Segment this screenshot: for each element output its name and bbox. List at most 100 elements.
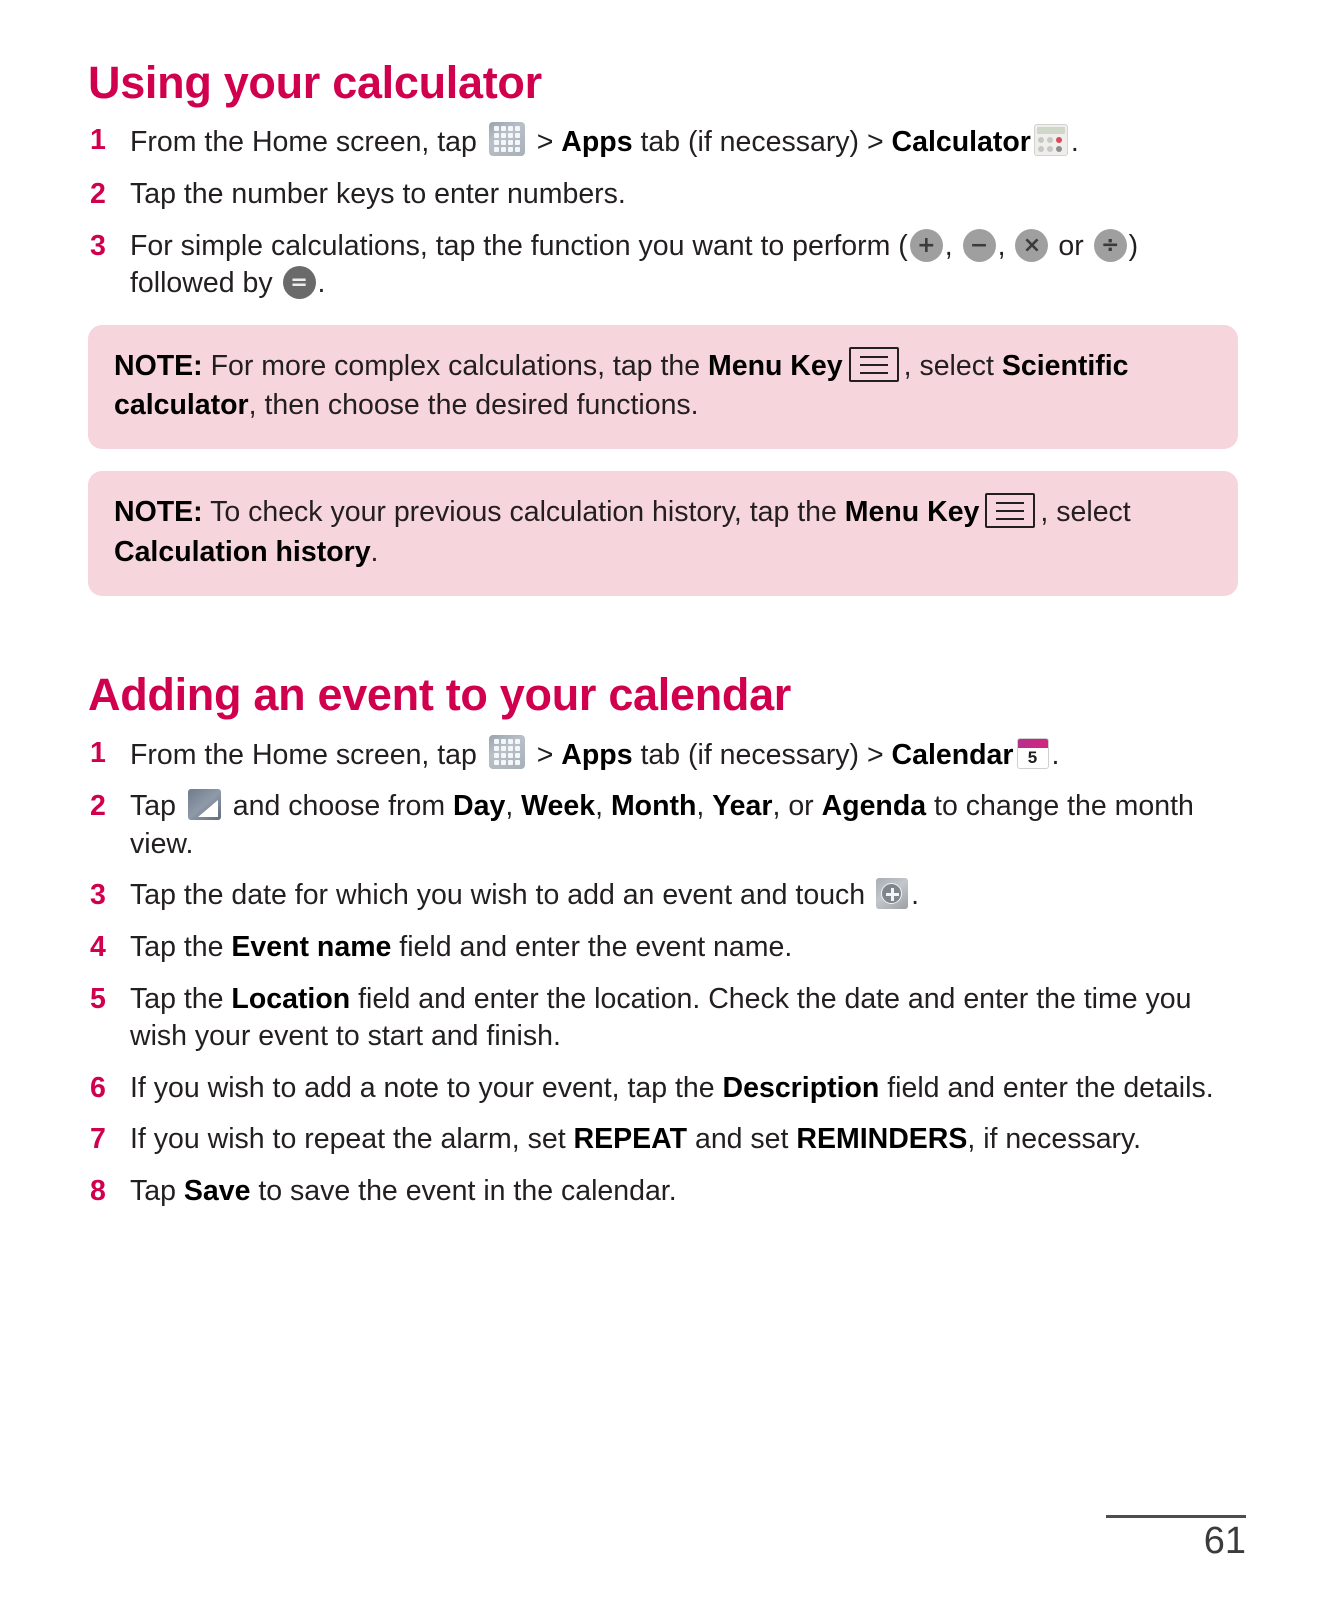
body-text: Tap the <box>130 930 232 963</box>
body-text: . <box>317 267 326 300</box>
menu-key-line <box>996 510 1025 513</box>
note-box: NOTE: For more complex calculations, tap… <box>88 324 1238 450</box>
step-item: 3 For simple calculations, tap the functi… <box>88 228 1238 303</box>
step-text: Tap the Event name field and enter the e… <box>130 931 792 963</box>
body-text: From the Home screen, tap <box>130 126 485 159</box>
emphasis-text: Save <box>183 1175 251 1208</box>
calculator-key <box>1046 137 1053 144</box>
emphasis-text: Event name <box>231 930 392 963</box>
calculator-key <box>1037 146 1044 153</box>
emphasis-text: Calendar <box>891 738 1014 771</box>
body-text: , <box>997 229 1014 262</box>
menu-key-line <box>859 371 888 374</box>
body-text: . <box>370 535 379 568</box>
calculator-key <box>1046 146 1053 153</box>
body-text: For simple calculations, tap the functio… <box>130 229 908 262</box>
emphasis-text: Menu Key <box>707 349 843 382</box>
menu-key-line <box>996 518 1025 521</box>
step-text: Tap the Location field and enter the loc… <box>130 983 1191 1053</box>
emphasis-text: Year <box>712 790 773 823</box>
body-text: Tap <box>130 1175 184 1208</box>
body-text: If you wish to repeat the alarm, set <box>130 1123 574 1156</box>
emphasis-text: REMINDERS <box>796 1123 968 1156</box>
footer-rule <box>1106 1515 1246 1519</box>
multiply-button-icon-glyph: × <box>1022 232 1042 258</box>
calculator-display <box>1036 127 1065 135</box>
manual-page: Using your calculator 1 From the Home scre… <box>0 0 1334 1600</box>
body-text: Tap the <box>130 982 232 1015</box>
page-footer: 61 <box>1106 1515 1246 1562</box>
page-content: Using your calculator 1 From the Home scre… <box>88 57 1238 1225</box>
apps-grid-dots <box>493 126 520 153</box>
note-label: NOTE: <box>114 496 203 529</box>
calendar-day-number: 5 <box>1027 747 1038 767</box>
body-text: , <box>696 790 713 823</box>
step-number: 6 <box>90 1071 106 1104</box>
body-text: field and enter the details. <box>879 1071 1214 1104</box>
step-item: 1 From the Home screen, tap > Apps tab (i… <box>88 122 1238 162</box>
calendar-app-icon: 5 <box>1016 737 1049 769</box>
emphasis-text: Week <box>521 790 596 823</box>
step-item: 5 Tap the Location field and enter the lo… <box>88 981 1238 1056</box>
body-text: > <box>528 126 562 159</box>
plus-button-icon: + <box>909 228 943 262</box>
emphasis-text: Menu Key <box>844 496 980 529</box>
body-text: To check your previous calculation histo… <box>202 496 845 529</box>
emphasis-text: Description <box>722 1071 880 1104</box>
emphasis-text: Apps <box>561 738 633 771</box>
body-text: or <box>1050 229 1092 262</box>
step-item: 4 Tap the Event name field and enter the … <box>88 929 1238 967</box>
menu-key-icon <box>848 346 899 382</box>
calculator-app-icon <box>1033 124 1068 157</box>
step-item: 1 From the Home screen, tap > Apps tab (i… <box>88 734 1238 775</box>
minus-button-icon-glyph: − <box>969 232 989 258</box>
step-text: For simple calculations, tap the functio… <box>130 228 1138 300</box>
step-text: Tap Save to save the event in the calend… <box>130 1175 677 1207</box>
calculator-key <box>1037 137 1044 144</box>
apps-grid-dots <box>493 738 520 765</box>
add-event-icon <box>876 878 909 910</box>
apps-grid-icon <box>488 122 525 157</box>
body-text: , select <box>1040 496 1131 529</box>
step-item: 2 Tap the number keys to enter numbers. <box>88 176 1238 214</box>
add-event-plus <box>881 883 903 905</box>
body-text: , if necessary. <box>967 1123 1142 1156</box>
body-text: . <box>1070 126 1079 159</box>
menu-key-line <box>859 363 888 366</box>
calendar-view-switch-icon <box>187 789 221 821</box>
step-number: 1 <box>90 124 106 157</box>
step-text: Tap and choose from Day, Week, Month, Ye… <box>130 789 1194 860</box>
body-text: Tap the number keys to enter numbers. <box>130 178 626 210</box>
sections-container: Using your calculator 1 From the Home scre… <box>88 57 1238 1211</box>
emphasis-text: Apps <box>561 126 633 159</box>
equals-button-icon-glyph: = <box>290 270 308 295</box>
emphasis-text: Calculation history <box>114 535 371 568</box>
section-title-calendar: Adding an event to your calendar <box>88 669 792 721</box>
emphasis-text: Day <box>453 790 506 823</box>
body-text: Tap <box>130 790 184 823</box>
step-number: 8 <box>90 1175 106 1208</box>
body-text: Tap the date for which you wish to add a… <box>130 879 874 912</box>
emphasis-text: REPEAT <box>573 1123 688 1156</box>
note-label: NOTE: <box>114 349 203 382</box>
calculator-key <box>1055 146 1062 153</box>
step-text: If you wish to repeat the alarm, set REP… <box>130 1123 1141 1155</box>
body-text: From the Home screen, tap <box>130 738 485 771</box>
step-number: 4 <box>90 930 106 963</box>
page-number: 61 <box>1203 1520 1246 1563</box>
emphasis-text: Calculator <box>891 126 1031 159</box>
view-switch-triangle <box>197 800 218 818</box>
menu-key-line <box>996 502 1025 505</box>
body-text: tab (if necessary) > <box>632 738 892 771</box>
step-item: 7 If you wish to repeat the alarm, set RE… <box>88 1121 1238 1159</box>
body-text: , <box>944 229 961 262</box>
steps-list-calculator: 1 From the Home screen, tap > Apps tab (i… <box>88 122 1238 302</box>
body-text: > <box>528 738 562 771</box>
step-item: 2 Tap and choose from Day, Week, Month, Y… <box>88 788 1238 863</box>
minus-button-icon: − <box>962 228 996 262</box>
body-text: . <box>1051 738 1060 771</box>
step-number: 2 <box>90 178 106 210</box>
step-item: 8 Tap Save to save the event in the calen… <box>88 1173 1238 1211</box>
multiply-button-icon: × <box>1015 228 1049 262</box>
step-number: 2 <box>90 790 106 823</box>
